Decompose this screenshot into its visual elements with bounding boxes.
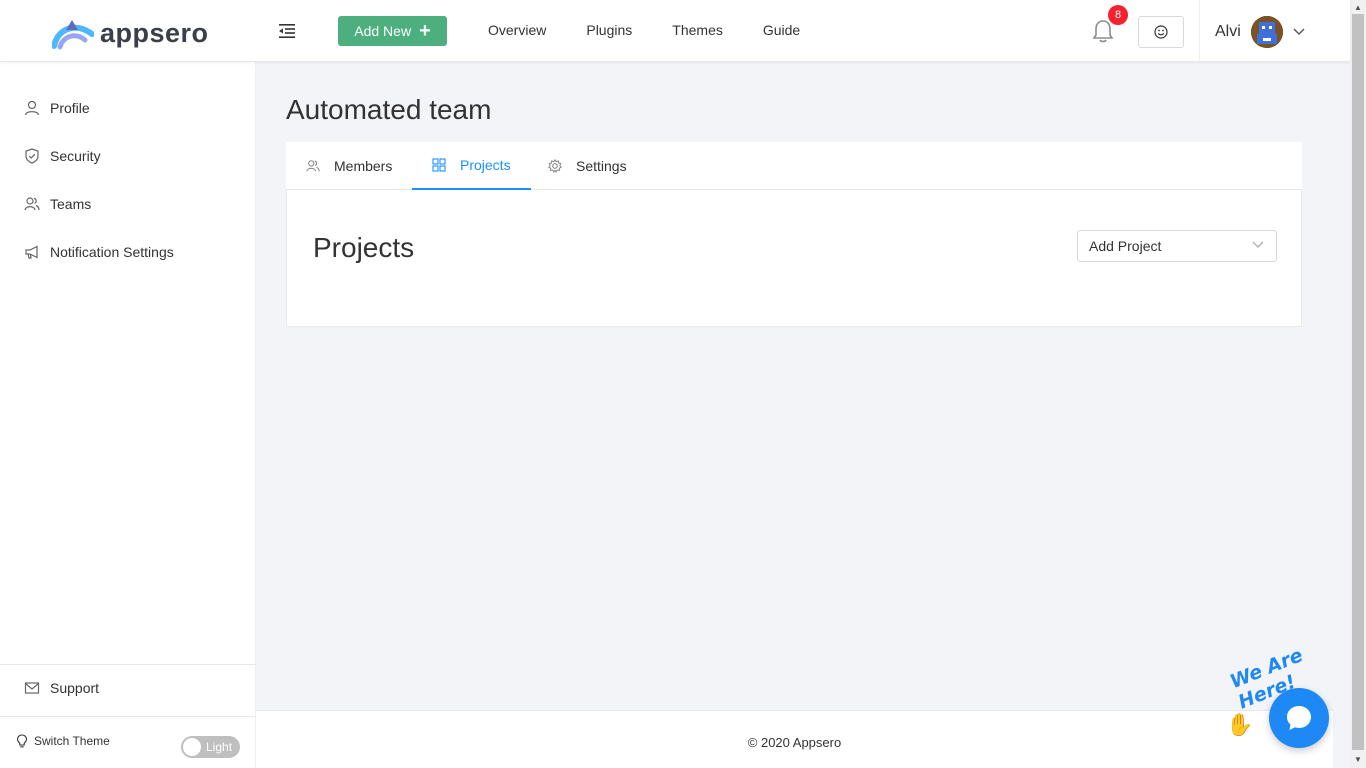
waving-hand-icon: ✋ [1226,712,1254,737]
scroll-down-arrow-icon[interactable]: ▼ [1353,755,1363,764]
scroll-up-arrow-icon[interactable]: ▲ [1353,3,1363,12]
nav-plugins[interactable]: Plugins [586,22,632,38]
support-label: Support [50,680,100,696]
user-menu[interactable]: Alvi [1215,16,1305,48]
add-project-select[interactable]: Add Project [1077,230,1277,262]
chevron-down-icon [1252,241,1264,248]
mail-icon [24,682,40,694]
team-tabs: Members Projects Settings [286,142,1302,190]
header-divider [1199,0,1200,62]
sidebar-item-teams[interactable]: Teams [24,196,91,212]
brand-logo[interactable]: appsero [52,16,209,50]
sidebar-item-label: Notification Settings [50,244,174,260]
projects-card: Projects Add Project [286,190,1302,327]
sidebar-item-security[interactable]: Security [24,148,101,164]
user-icon [24,100,40,116]
shield-icon [25,148,39,164]
chevron-down-icon [1293,28,1305,35]
gear-icon [548,159,562,173]
page-title: Automated team [286,94,492,125]
megaphone-icon [25,245,38,259]
switch-theme-label: Switch Theme [34,734,110,748]
top-nav: Overview Plugins Themes Guide [488,22,840,38]
sidebar-item-label: Security [50,148,101,164]
theme-toggle-label: Light [206,740,233,754]
tab-label: Projects [460,157,511,173]
sidebar-item-label: Teams [50,196,92,212]
scrollbar-thumb[interactable] [1352,14,1364,750]
sidebar-item-label: Profile [50,100,90,116]
chat-launcher-button[interactable] [1269,688,1329,748]
footer: © 2020 Appsero [256,710,1333,768]
theme-toggle[interactable]: Light [181,736,240,758]
nav-themes[interactable]: Themes [672,22,723,38]
notification-badge: 8 [1108,5,1128,25]
nav-guide[interactable]: Guide [763,22,800,38]
user-name: Alvi [1215,23,1241,40]
team-icon [24,197,40,211]
tab-label: Members [334,158,393,174]
add-new-button[interactable]: Add New + [338,16,447,46]
add-project-placeholder: Add Project [1089,238,1162,254]
chat-bubble-icon [1287,706,1311,730]
toggle-knob [183,738,201,756]
tab-label: Settings [576,158,627,174]
switch-theme-row: Switch Theme [16,734,110,748]
projects-title: Projects [313,232,415,263]
sidebar: Profile Security Teams Notification Sett… [0,62,256,768]
brand-name: appsero [100,17,209,48]
sidebar-item-notification-settings[interactable]: Notification Settings [24,244,174,260]
tab-settings[interactable]: Settings [528,142,647,190]
top-bar: appsero Add New + Overview Plugins Theme… [0,0,1350,62]
menu-collapse-icon[interactable] [278,22,296,40]
grid-icon [432,158,446,172]
tab-members[interactable]: Members [286,142,412,190]
avatar [1250,16,1283,48]
feedback-button[interactable] [1138,16,1184,48]
smile-icon [1154,25,1168,39]
logo-mark-icon [52,20,94,50]
add-new-label: Add New [354,23,412,39]
sidebar-item-support[interactable]: Support [24,680,99,696]
plus-icon: + [419,20,431,42]
sidebar-item-profile[interactable]: Profile [24,100,90,116]
copyright: © 2020 Appsero [747,735,842,750]
team-icon [306,160,320,172]
bulb-icon [16,734,28,748]
tab-projects[interactable]: Projects [412,142,531,190]
nav-overview[interactable]: Overview [488,22,546,38]
